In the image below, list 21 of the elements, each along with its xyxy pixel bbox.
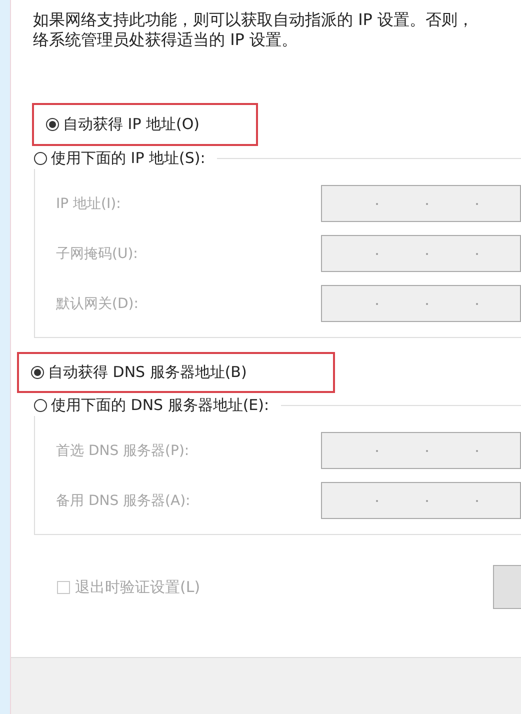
option-label[interactable]: 自动获得 DNS 服务器地址(B) [48, 363, 247, 382]
radio-button[interactable] [46, 118, 59, 131]
dialog-button[interactable] [493, 565, 521, 609]
ip-address-field[interactable] [321, 285, 521, 322]
field-label: 备用 DNS 服务器(A): [56, 492, 192, 510]
ip-address-field[interactable] [321, 482, 521, 519]
option-label[interactable]: 使用下面的 IP 地址(S): [51, 148, 206, 168]
ip-address-field[interactable] [321, 432, 521, 469]
field-label: 子网掩码(U): [56, 244, 139, 262]
field-label: 首选 DNS 服务器(P): [56, 442, 190, 460]
radio-button[interactable] [34, 398, 47, 412]
option-label[interactable]: 使用下面的 DNS 服务器地址(E): [51, 396, 270, 414]
ip-address-field[interactable] [321, 235, 521, 272]
option-label[interactable]: 自动获得 IP 地址(O) [63, 115, 200, 134]
radio-button[interactable] [31, 366, 44, 379]
description-text: 如果网络支持此功能，则可以获取自动指派的 IP 设置。否则， [33, 10, 475, 30]
field-label: 默认网关(D): [56, 294, 140, 312]
radio-button[interactable] [34, 152, 47, 164]
description-text: 络系统管理员处获得适当的 IP 设置。 [33, 30, 299, 50]
ip-address-field[interactable] [321, 185, 521, 222]
field-label: IP 地址(I): [56, 194, 122, 212]
